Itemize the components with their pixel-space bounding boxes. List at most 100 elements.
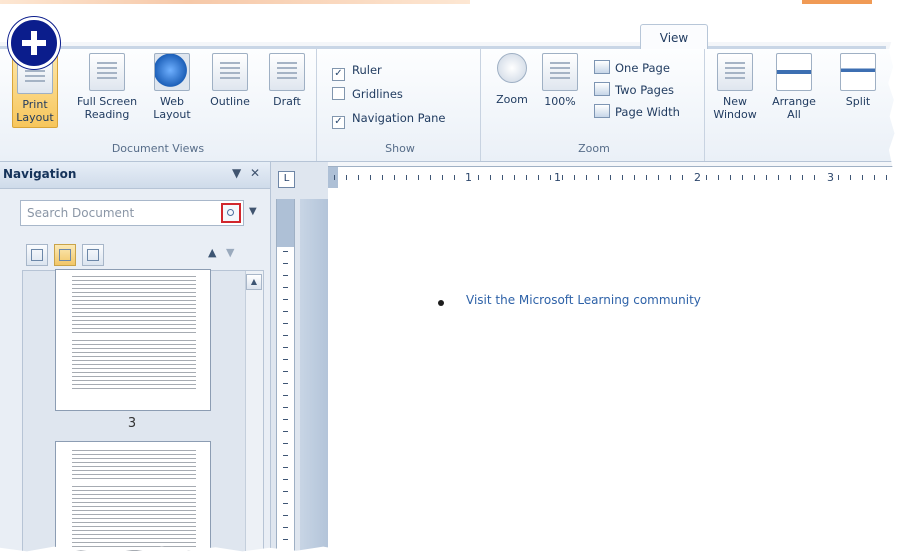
- full-screen-reading-label: Full Screen: [76, 95, 138, 108]
- zoom-group-label: Zoom: [578, 142, 610, 155]
- full-screen-reading-label-2: Reading: [84, 108, 130, 121]
- outline-label: Outline: [210, 95, 250, 108]
- document-link[interactable]: Visit the Microsoft Learning community: [466, 293, 701, 307]
- zoom-button[interactable]: Zoom: [490, 53, 534, 106]
- one-page-label: One Page: [615, 61, 670, 75]
- one-page-icon: [594, 60, 610, 74]
- ruler-mark: 1: [553, 171, 562, 184]
- arrange-all-label: Arrange: [772, 95, 816, 108]
- zoom-group: Zoom 100% One Page Two Pages Page Width …: [484, 49, 705, 161]
- show-label: Show: [385, 142, 415, 155]
- full-screen-reading-icon: [89, 53, 125, 91]
- navigation-close-icon[interactable]: ✕: [250, 166, 260, 180]
- scroll-up-icon[interactable]: ▲: [246, 274, 262, 290]
- browse-headings-button[interactable]: [26, 244, 48, 266]
- headings-icon: [31, 249, 43, 261]
- horizontal-ruler[interactable]: 1 1 2 3: [328, 166, 898, 190]
- split-button[interactable]: Split: [836, 53, 880, 108]
- zoom-label: Zoom: [496, 93, 528, 106]
- magnifier-icon: [497, 53, 527, 83]
- one-page-button[interactable]: One Page: [594, 59, 670, 77]
- web-layout-icon: [154, 53, 190, 91]
- navigation-pane-header: Navigation ▼ ✕: [0, 162, 270, 189]
- ruler-mark: 2: [693, 171, 702, 184]
- new-window-icon: [717, 53, 753, 91]
- document-page[interactable]: [328, 188, 898, 555]
- search-icon[interactable]: [221, 203, 241, 223]
- navigation-pane-checkbox[interactable]: ✓ Navigation Pane: [332, 109, 446, 129]
- ruler-label: Ruler: [352, 63, 382, 77]
- arrange-all-label-2: All: [787, 108, 801, 121]
- gridlines-checkbox[interactable]: Gridlines: [332, 85, 403, 103]
- show-group: ✓ Ruler Gridlines ✓ Navigation Pane Show: [320, 49, 481, 161]
- page-width-button[interactable]: Page Width: [594, 103, 680, 121]
- new-window-label-2: Window: [713, 108, 757, 121]
- window-group: New Window Arrange All Split: [708, 49, 898, 161]
- zoom-100-label: 100%: [544, 95, 576, 108]
- full-screen-reading-button[interactable]: Full Screen Reading: [74, 53, 140, 121]
- print-layout-label: Print: [22, 98, 48, 111]
- draft-label: Draft: [273, 95, 301, 108]
- web-layout-label: Web: [160, 95, 184, 108]
- ruler-check-icon: ✓: [332, 68, 345, 81]
- gridlines-label: Gridlines: [352, 87, 403, 101]
- page-thumbnails-list: 3 ▲: [22, 269, 264, 555]
- search-document-input[interactable]: Search Document: [20, 200, 244, 226]
- outline-button[interactable]: Outline: [204, 53, 256, 108]
- ruler-mark: 1: [464, 171, 473, 184]
- previous-arrow-icon[interactable]: ▲: [208, 246, 216, 259]
- gridlines-check-icon: [332, 87, 345, 100]
- thumbnails-scrollbar[interactable]: ▲: [245, 271, 263, 555]
- bullet-icon: [438, 300, 444, 306]
- pages-grid-icon: [59, 249, 71, 261]
- ribbon: Print Layout Full Screen Reading Web Lay…: [0, 49, 898, 162]
- two-pages-label: Two Pages: [615, 83, 675, 97]
- document-views-label: Document Views: [111, 142, 205, 155]
- web-layout-label-2: Layout: [153, 108, 191, 121]
- navigation-title: Navigation: [3, 167, 77, 181]
- page-100-icon: [542, 53, 578, 91]
- search-options-dropdown-icon[interactable]: ▼: [249, 206, 257, 217]
- results-icon: [87, 249, 99, 261]
- title-accent-orange: [802, 0, 872, 4]
- two-pages-icon: [594, 82, 610, 96]
- next-arrow-icon[interactable]: ▼: [226, 246, 234, 259]
- split-label: Split: [845, 95, 871, 108]
- plus-icon: [8, 17, 60, 69]
- zoom-100-button[interactable]: 100%: [538, 53, 582, 108]
- page-thumbnail[interactable]: [55, 441, 211, 555]
- new-window-label: New: [723, 95, 747, 108]
- tab-view[interactable]: View: [640, 24, 708, 51]
- page-width-label: Page Width: [615, 105, 680, 119]
- two-pages-button[interactable]: Two Pages: [594, 81, 674, 99]
- document-views-group: Print Layout Full Screen Reading Web Lay…: [0, 49, 317, 161]
- arrange-all-icon: [776, 53, 812, 91]
- vertical-ruler-area: L: [271, 162, 328, 555]
- ruler-checkbox[interactable]: ✓ Ruler: [332, 61, 382, 81]
- vertical-ruler[interactable]: [276, 199, 295, 555]
- browse-pages-button[interactable]: [54, 244, 76, 266]
- page-number: 3: [127, 416, 137, 431]
- word-window: View Print Layout Full Screen Reading We…: [0, 0, 898, 555]
- web-layout-button[interactable]: Web Layout: [150, 53, 194, 121]
- draft-icon: [269, 53, 305, 91]
- browse-results-button[interactable]: [82, 244, 104, 266]
- tab-selector-icon[interactable]: L: [278, 171, 295, 188]
- outline-icon: [212, 53, 248, 91]
- print-layout-label-2: Layout: [16, 111, 54, 124]
- navigation-pane-check-icon: ✓: [332, 116, 345, 129]
- navigation-menu-dropdown-icon[interactable]: ▼: [232, 166, 241, 180]
- title-strip: [0, 0, 898, 42]
- page-width-icon: [594, 104, 610, 118]
- title-accent: [0, 0, 470, 4]
- arrange-all-button[interactable]: Arrange All: [766, 53, 822, 121]
- split-icon: [840, 53, 876, 91]
- search-placeholder: Search Document: [27, 206, 135, 220]
- draft-button[interactable]: Draft: [266, 53, 308, 108]
- ruler-mark: 3: [826, 171, 835, 184]
- page-thumbnail[interactable]: [55, 269, 211, 411]
- page-edge: [300, 199, 328, 555]
- navigation-pane: Navigation ▼ ✕ Search Document ▼ ▲ ▼ 3 ▲: [0, 162, 271, 555]
- navigation-pane-label: Navigation Pane: [352, 111, 446, 125]
- new-window-button[interactable]: New Window: [710, 53, 760, 121]
